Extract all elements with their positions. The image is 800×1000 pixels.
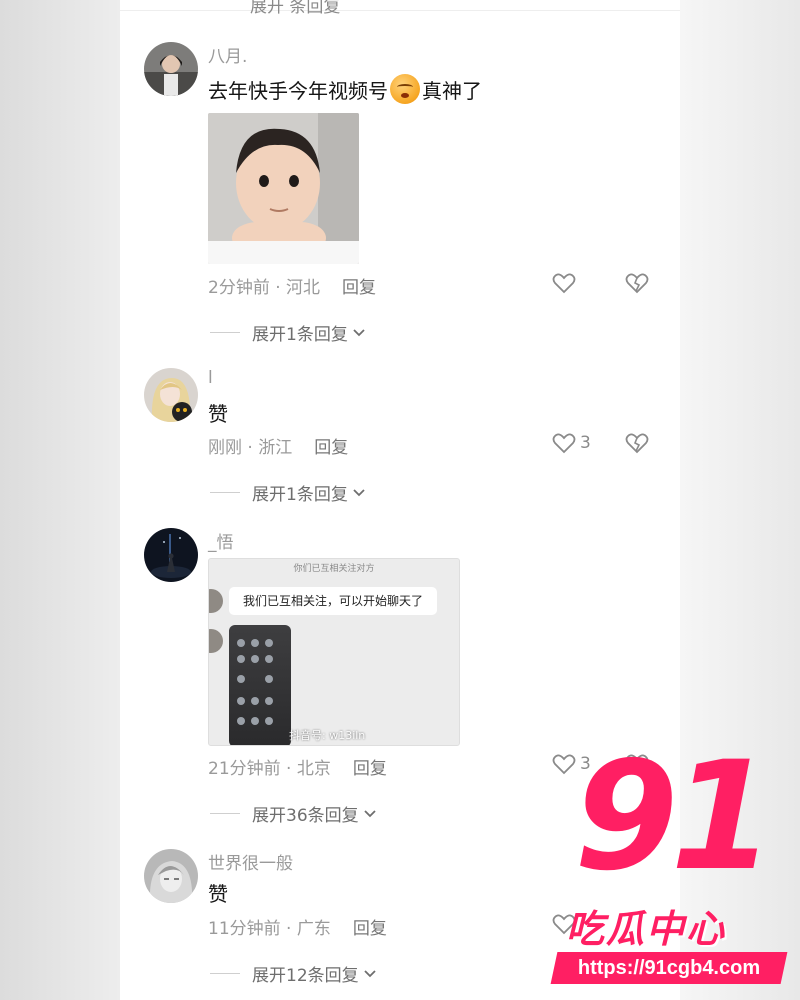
expand-label: 展开36条回复 bbox=[252, 806, 359, 826]
avatar[interactable] bbox=[144, 528, 198, 582]
expand-label: 展开1条回复 bbox=[252, 325, 348, 345]
watermark: 抖音号: w13iln bbox=[289, 729, 366, 742]
username[interactable]: _悟 bbox=[208, 528, 234, 553]
heart-icon bbox=[552, 433, 576, 454]
timestamp-location: 2分钟前 · 河北 bbox=[208, 278, 321, 298]
logo-name: 吃瓜中心 bbox=[566, 907, 727, 951]
background-left bbox=[0, 0, 120, 1000]
brand-logo-watermark: 91 吃瓜中心 https://91cgb4.com bbox=[544, 742, 794, 990]
chevron-down-icon bbox=[353, 328, 365, 336]
reply-button[interactable]: 回复 bbox=[314, 438, 348, 458]
logo-number: 91 bbox=[574, 730, 775, 904]
comment-meta: 2分钟前 · 河北 回复 bbox=[208, 273, 376, 298]
avatar[interactable] bbox=[144, 368, 198, 422]
like-button[interactable] bbox=[552, 272, 580, 294]
comment-meta: 11分钟前 · 广东 回复 bbox=[208, 914, 387, 939]
username[interactable]: 世界很一般 bbox=[208, 849, 293, 874]
reply-button[interactable]: 回复 bbox=[353, 919, 387, 939]
logo-url: https://91cgb4.com bbox=[577, 957, 761, 979]
comment-text-tail: 真神了 bbox=[422, 79, 482, 103]
expand-label: 展开12条回复 bbox=[252, 966, 359, 986]
reply-button[interactable]: 回复 bbox=[353, 759, 387, 779]
image-caption: 你们已互相关注对方 bbox=[293, 564, 375, 574]
comment-meta: 刚刚 · 浙江 回复 bbox=[208, 433, 348, 458]
divider bbox=[210, 332, 240, 333]
avatar bbox=[209, 629, 223, 653]
expand-replies-button[interactable]: 展开12条回复 bbox=[210, 961, 377, 986]
divider bbox=[210, 813, 240, 814]
timestamp-location: 刚刚 · 浙江 bbox=[208, 438, 293, 458]
avatar[interactable] bbox=[144, 42, 198, 96]
sleepy-face-emoji-icon bbox=[390, 74, 420, 104]
broken-heart-icon bbox=[625, 273, 649, 294]
reply-button[interactable]: 回复 bbox=[342, 278, 376, 298]
chevron-down-icon bbox=[364, 969, 376, 977]
timestamp-location: 21分钟前 · 北京 bbox=[208, 759, 331, 779]
expand-replies-button[interactable]: 展开36条回复 bbox=[210, 801, 377, 826]
comment-text: 赞 bbox=[208, 402, 228, 426]
expand-label: 展开1条回复 bbox=[252, 485, 348, 505]
comment-text-main: 去年快手今年视频号 bbox=[208, 79, 388, 103]
divider bbox=[120, 10, 680, 11]
like-button[interactable]: 3 bbox=[552, 432, 591, 454]
comment-meta: 21分钟前 · 北京 回复 bbox=[208, 754, 387, 779]
dislike-button[interactable] bbox=[624, 272, 650, 298]
comment-image[interactable] bbox=[208, 113, 359, 264]
dislike-button[interactable] bbox=[624, 432, 650, 458]
avatar bbox=[209, 589, 223, 613]
avatar[interactable] bbox=[144, 849, 198, 903]
chevron-down-icon bbox=[364, 809, 376, 817]
expand-replies-stub[interactable]: 展开 条回复 bbox=[250, 0, 340, 17]
comment-text: 赞 bbox=[208, 882, 228, 906]
username[interactable]: 八月. bbox=[208, 42, 247, 67]
chat-bubble: 我们已互相关注，可以开始聊天了 bbox=[229, 587, 437, 615]
heart-icon bbox=[552, 273, 576, 294]
like-count: 3 bbox=[580, 433, 591, 453]
expand-replies-button[interactable]: 展开1条回复 bbox=[210, 480, 366, 505]
chevron-down-icon bbox=[353, 488, 365, 496]
username[interactable]: l bbox=[208, 368, 213, 388]
comment-text: 去年快手今年视频号 真神了 bbox=[208, 74, 482, 104]
phone-screenshot bbox=[229, 625, 291, 745]
divider bbox=[210, 973, 240, 974]
comment-image[interactable]: 你们已互相关注对方 我们已互相关注，可以开始聊天了 抖音号: w13iln bbox=[208, 558, 460, 746]
logo-url-banner: https://91cgb4.com bbox=[550, 952, 788, 984]
divider bbox=[210, 492, 240, 493]
broken-heart-icon bbox=[625, 433, 649, 454]
expand-replies-button[interactable]: 展开1条回复 bbox=[210, 320, 366, 345]
timestamp-location: 11分钟前 · 广东 bbox=[208, 919, 331, 939]
